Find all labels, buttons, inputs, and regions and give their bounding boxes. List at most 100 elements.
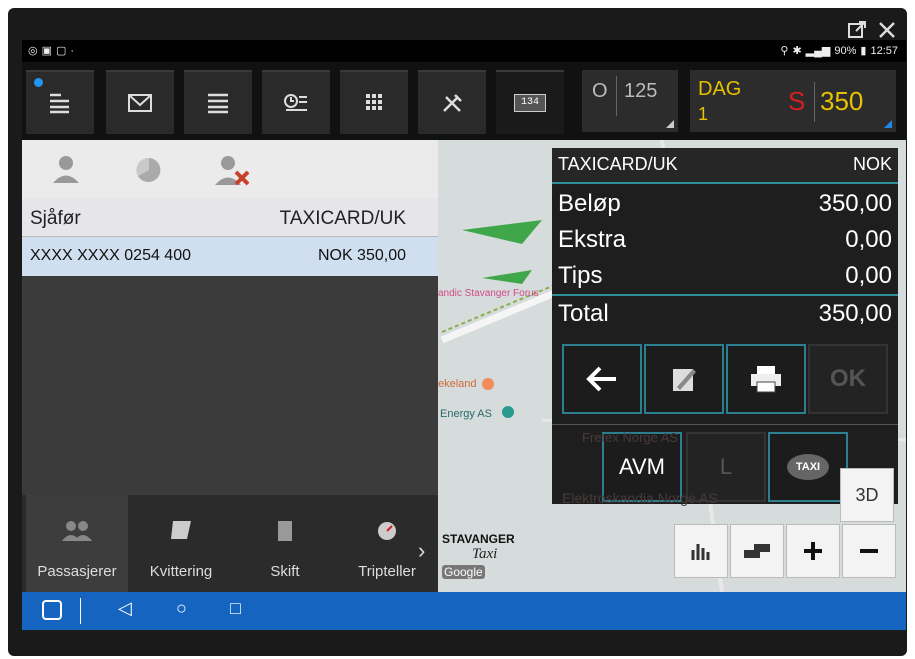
zoom-in-button[interactable]: [786, 524, 840, 578]
map-label-rekeland: ekeland: [438, 378, 477, 390]
line-value: 350,00: [818, 300, 892, 327]
amount-value: 350: [820, 86, 864, 116]
dot-icon: ·: [70, 44, 75, 57]
map-label-energy: Energy AS: [440, 408, 492, 420]
payment-header: TAXICARD/UK NOK: [552, 148, 898, 184]
print-button[interactable]: [726, 344, 806, 414]
person-icon[interactable]: [50, 154, 82, 189]
column-driver: Sjåfør: [30, 208, 81, 229]
tab-label: Skift: [270, 563, 300, 580]
line-belop: Beløp 350,00: [558, 190, 892, 218]
line-value: 0,00: [845, 226, 892, 253]
currency: NOK: [852, 154, 892, 174]
apps-button[interactable]: [340, 70, 408, 134]
clock-list-icon: [284, 94, 307, 111]
counter-value: 125: [624, 80, 658, 102]
tab-kvittering[interactable]: Kvittering: [130, 495, 232, 592]
tab-label: Kvittering: [149, 563, 213, 580]
messages-button[interactable]: [106, 70, 174, 134]
stavanger-taxi-logo: STAVANGER Taxi Google: [442, 532, 522, 581]
arrow-left-icon: [586, 366, 616, 392]
list-icon: [208, 93, 228, 114]
back-button[interactable]: [562, 344, 642, 414]
l-label: L: [719, 454, 733, 479]
table-header: Sjåfør TAXICARD/UK: [22, 198, 438, 237]
teamviewer-icon[interactable]: [42, 600, 62, 620]
meter-icon: 134: [514, 94, 546, 112]
map-label-elektro: Elektroskandia Norge AS: [562, 490, 718, 506]
line-label: Beløp: [558, 190, 621, 217]
row-amount: NOK 350,00: [317, 247, 406, 264]
signal-icon: ▂▄▆: [805, 45, 831, 57]
close-icon[interactable]: [877, 20, 897, 40]
amount-prefix: S: [788, 86, 806, 116]
home-nav-icon[interactable]: ○: [176, 598, 187, 619]
map-label-forus: andic Stavanger Forus: [438, 288, 539, 299]
receipt-icon: [171, 521, 191, 539]
divider: [552, 294, 898, 296]
corner-marker: [666, 120, 674, 128]
meter-button[interactable]: 134: [496, 70, 564, 134]
taxi-label: TAXI: [795, 461, 821, 473]
google-logo: Google: [442, 565, 485, 579]
cars-button[interactable]: [730, 524, 784, 578]
tools-icon: [443, 94, 462, 112]
day-number: 1: [698, 104, 709, 124]
line-value: 0,00: [845, 262, 892, 289]
zoom-out-button[interactable]: [842, 524, 896, 578]
remove-person-icon[interactable]: [212, 154, 252, 191]
back-nav-icon[interactable]: ◁: [118, 598, 132, 619]
tab-passasjerer[interactable]: Passasjerer: [26, 495, 128, 592]
shift-summary[interactable]: DAG 1 S 350: [690, 70, 896, 132]
shift-icon: [278, 521, 292, 541]
line-tips: Tips 0,00: [558, 262, 892, 290]
chevron-right-icon[interactable]: ›: [418, 538, 425, 564]
ok-label: OK: [830, 365, 866, 392]
orders-button[interactable]: [262, 70, 330, 134]
tab-skift[interactable]: Skift: [234, 495, 336, 592]
3d-button[interactable]: 3D: [840, 468, 894, 522]
gauge-icon: [378, 522, 396, 540]
battery-icon: ▮: [860, 45, 867, 57]
grid-icon: [366, 94, 382, 110]
screen-icon: ▣: [41, 45, 53, 57]
divider: [552, 424, 898, 425]
ok-button[interactable]: OK: [808, 344, 888, 414]
order-counter[interactable]: O 125: [582, 70, 678, 132]
passengers-icon: [62, 521, 92, 541]
android-nav-bar: ◁ ○ □: [22, 592, 906, 630]
taxi-button[interactable]: TAXI: [768, 432, 848, 502]
table-row[interactable]: XXXX XXXX 0254 400 NOK 350,00: [22, 237, 438, 276]
menu-lines-icon: [50, 93, 69, 114]
tab-label: Passasjerer: [37, 563, 117, 580]
trip-table: Sjåfør TAXICARD/UK XXXX XXXX 0254 400 NO…: [22, 198, 438, 276]
list-button[interactable]: [184, 70, 252, 134]
card-number: XXXX XXXX 0254 400: [30, 247, 191, 264]
recents-nav-icon[interactable]: □: [230, 598, 241, 619]
day-label: DAG: [698, 78, 742, 100]
edit-button[interactable]: [644, 344, 724, 414]
bluetooth-icon: ✱: [792, 45, 802, 57]
divider: [80, 598, 81, 624]
payment-panel: TAXICARD/UK NOK Beløp 350,00 Ekstra 0,00…: [552, 148, 898, 504]
cars-icon: [744, 544, 770, 558]
open-external-icon[interactable]: [847, 20, 867, 40]
pencil-icon: [673, 369, 696, 391]
battery-percent: 90%: [834, 44, 857, 57]
plus-icon: [804, 542, 822, 560]
counter-divider: [616, 76, 617, 116]
top-toolbar: 134 O 125 DAG 1 S 350: [22, 62, 906, 140]
column-payment: TAXICARD/UK: [279, 208, 406, 229]
corner-marker: [884, 120, 892, 128]
pie-icon[interactable]: [132, 156, 166, 189]
menu-button[interactable]: [26, 70, 94, 134]
line-value: 350,00: [818, 190, 892, 217]
device-screen: ◎ ▣ ▢ · ⚲ ✱ ▂▄▆ 90% ▮ 12:57 134 O 125 DA…: [22, 40, 906, 630]
counter-prefix: O: [592, 80, 608, 102]
tools-button[interactable]: [418, 70, 486, 134]
stats-button[interactable]: [674, 524, 728, 578]
map-label-fretex: Fretex Norge AS: [582, 430, 679, 445]
map-view[interactable]: andic Stavanger Forus ekeland Energy AS …: [22, 140, 906, 592]
bar-chart-icon: [691, 544, 710, 560]
location-icon: ⚲: [780, 45, 789, 57]
